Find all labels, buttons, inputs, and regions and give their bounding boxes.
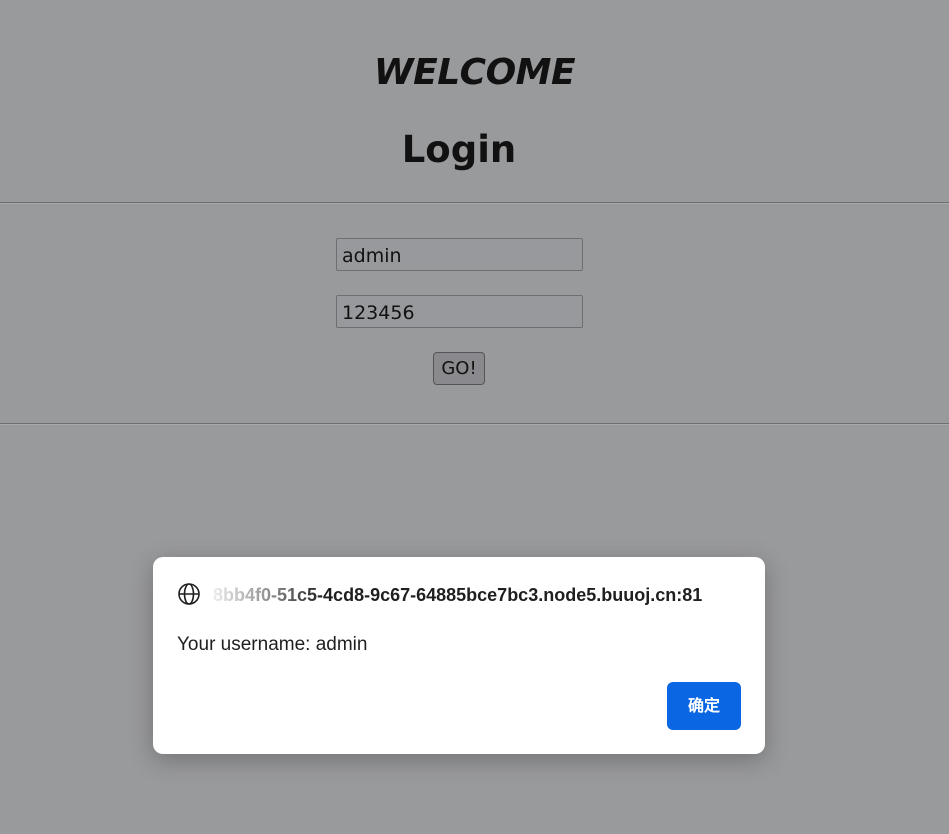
top-divider	[0, 202, 949, 204]
password-input[interactable]	[336, 295, 583, 328]
login-heading: Login	[401, 128, 517, 171]
username-input[interactable]	[336, 238, 583, 271]
go-button[interactable]: GO!	[433, 352, 485, 385]
welcome-heading: WELCOME	[373, 52, 576, 93]
alert-dialog: 8bb4f0-51c5-4cd8-9c67-64885bce7bc3.node5…	[153, 557, 765, 754]
bottom-divider	[0, 423, 949, 425]
dialog-origin: 8bb4f0-51c5-4cd8-9c67-64885bce7bc3.node5…	[213, 585, 703, 605]
globe-icon	[177, 582, 201, 606]
ok-button[interactable]: 确定	[667, 682, 741, 730]
dialog-message: Your username: admin	[177, 634, 368, 655]
dialog-header	[177, 581, 201, 607]
